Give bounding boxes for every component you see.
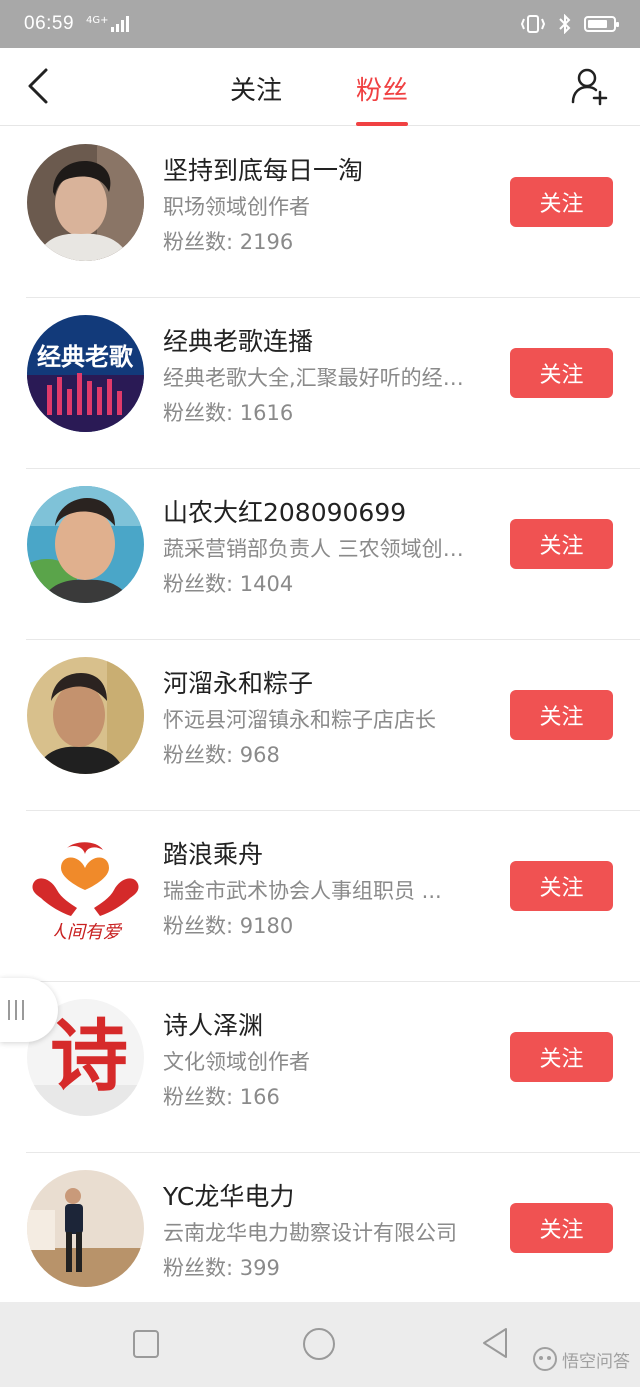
user-name[interactable]: 坚持到底每日一淘	[163, 151, 363, 187]
avatar[interactable]: 经典老歌	[27, 315, 144, 432]
tab-following[interactable]: 关注	[230, 70, 282, 126]
list-item[interactable]: 河溜永和粽子 怀远县河溜镇永和粽子店店长 粉丝数: 968 关注	[0, 640, 640, 811]
top-nav: 关注 粉丝	[0, 48, 640, 126]
wukong-logo-icon	[533, 1347, 557, 1371]
user-description: 职场领域创作者	[163, 195, 310, 219]
avatar[interactable]	[27, 657, 144, 774]
fan-count: 粉丝数: 399	[163, 1256, 280, 1280]
add-user-icon[interactable]	[570, 66, 610, 106]
user-name[interactable]: YC龙华电力	[163, 1177, 294, 1213]
fan-count: 粉丝数: 166	[163, 1085, 280, 1109]
system-nav-bar: 悟空问答	[0, 1302, 640, 1387]
user-name[interactable]: 踏浪乘舟	[163, 835, 263, 871]
avatar[interactable]	[27, 144, 144, 261]
watermark: 悟空问答	[532, 1346, 630, 1372]
follow-button[interactable]: 关注	[510, 519, 613, 569]
back-triangle-icon[interactable]	[480, 1326, 510, 1360]
follow-button[interactable]: 关注	[510, 348, 613, 398]
fan-count: 粉丝数: 1404	[163, 572, 294, 596]
list-item[interactable]: 坚持到底每日一淘 职场领域创作者 粉丝数: 2196 关注	[0, 127, 640, 298]
signal-icon	[110, 16, 131, 32]
bluetooth-icon	[559, 14, 571, 34]
list-item[interactable]: YC龙华电力 云南龙华电力勘察设计有限公司 粉丝数: 399 关注	[0, 1153, 640, 1324]
follow-button[interactable]: 关注	[510, 177, 613, 227]
user-description: 文化领域创作者	[163, 1050, 310, 1074]
vibrate-icon	[520, 15, 546, 33]
avatar-logo-text: 诗	[50, 1011, 128, 1102]
avatar[interactable]: 人间有爱	[27, 828, 144, 945]
list-item[interactable]: 山农大红208090699 蔬采营销部负责人 三农领域创作者 粉丝数: 1404…	[0, 469, 640, 640]
list-item[interactable]: 诗 诗人泽渊 文化领域创作者 粉丝数: 166 关注	[0, 982, 640, 1153]
user-description: 云南龙华电力勘察设计有限公司	[163, 1221, 457, 1245]
home-icon[interactable]	[303, 1328, 335, 1360]
follow-button[interactable]: 关注	[510, 690, 613, 740]
user-name[interactable]: 经典老歌连播	[163, 322, 313, 358]
user-description: 蔬采营销部负责人 三农领域创作者	[163, 537, 479, 561]
user-description: 瑞金市武术协会人事组职员 ...	[163, 879, 442, 903]
avatar-logo-text: 经典老歌	[37, 343, 134, 371]
fan-count: 粉丝数: 9180	[163, 914, 294, 938]
fan-count: 粉丝数: 968	[163, 743, 280, 767]
avatar[interactable]	[27, 486, 144, 603]
user-description: 经典老歌大全,汇聚最好听的经典老歌	[163, 366, 479, 390]
user-description: 怀远县河溜镇永和粽子店店长	[163, 708, 436, 732]
tab-followers[interactable]: 粉丝	[356, 70, 409, 126]
list-item[interactable]: 经典老歌 经典老歌连播 经典老歌大全,汇聚最好听的经典老歌 粉丝数: 1616 …	[0, 298, 640, 469]
list-item[interactable]: 人间有爱 踏浪乘舟 瑞金市武术协会人事组职员 ... 粉丝数: 9180 关注	[0, 811, 640, 982]
fan-count: 粉丝数: 2196	[163, 230, 294, 254]
user-name[interactable]: 河溜永和粽子	[163, 664, 313, 700]
follow-button[interactable]: 关注	[510, 1203, 613, 1253]
network-type: 4G+	[86, 15, 109, 26]
status-bar: 06:59 4G+	[0, 0, 640, 48]
avatar[interactable]	[27, 1170, 144, 1287]
watermark-text: 悟空问答	[562, 1351, 630, 1372]
fan-count: 粉丝数: 1616	[163, 401, 294, 425]
follow-button[interactable]: 关注	[510, 1032, 613, 1082]
follow-button[interactable]: 关注	[510, 861, 613, 911]
follower-list: 坚持到底每日一淘 职场领域创作者 粉丝数: 2196 关注 经典老歌 经典老歌连…	[0, 127, 640, 1324]
user-name[interactable]: 诗人泽渊	[163, 1006, 263, 1042]
recent-apps-icon[interactable]	[133, 1330, 159, 1358]
battery-icon	[584, 16, 619, 32]
back-arrow-icon[interactable]	[24, 66, 60, 106]
avatar-logo-text: 人间有爱	[49, 922, 123, 943]
status-time: 06:59	[24, 13, 75, 34]
user-name[interactable]: 山农大红208090699	[163, 493, 406, 529]
